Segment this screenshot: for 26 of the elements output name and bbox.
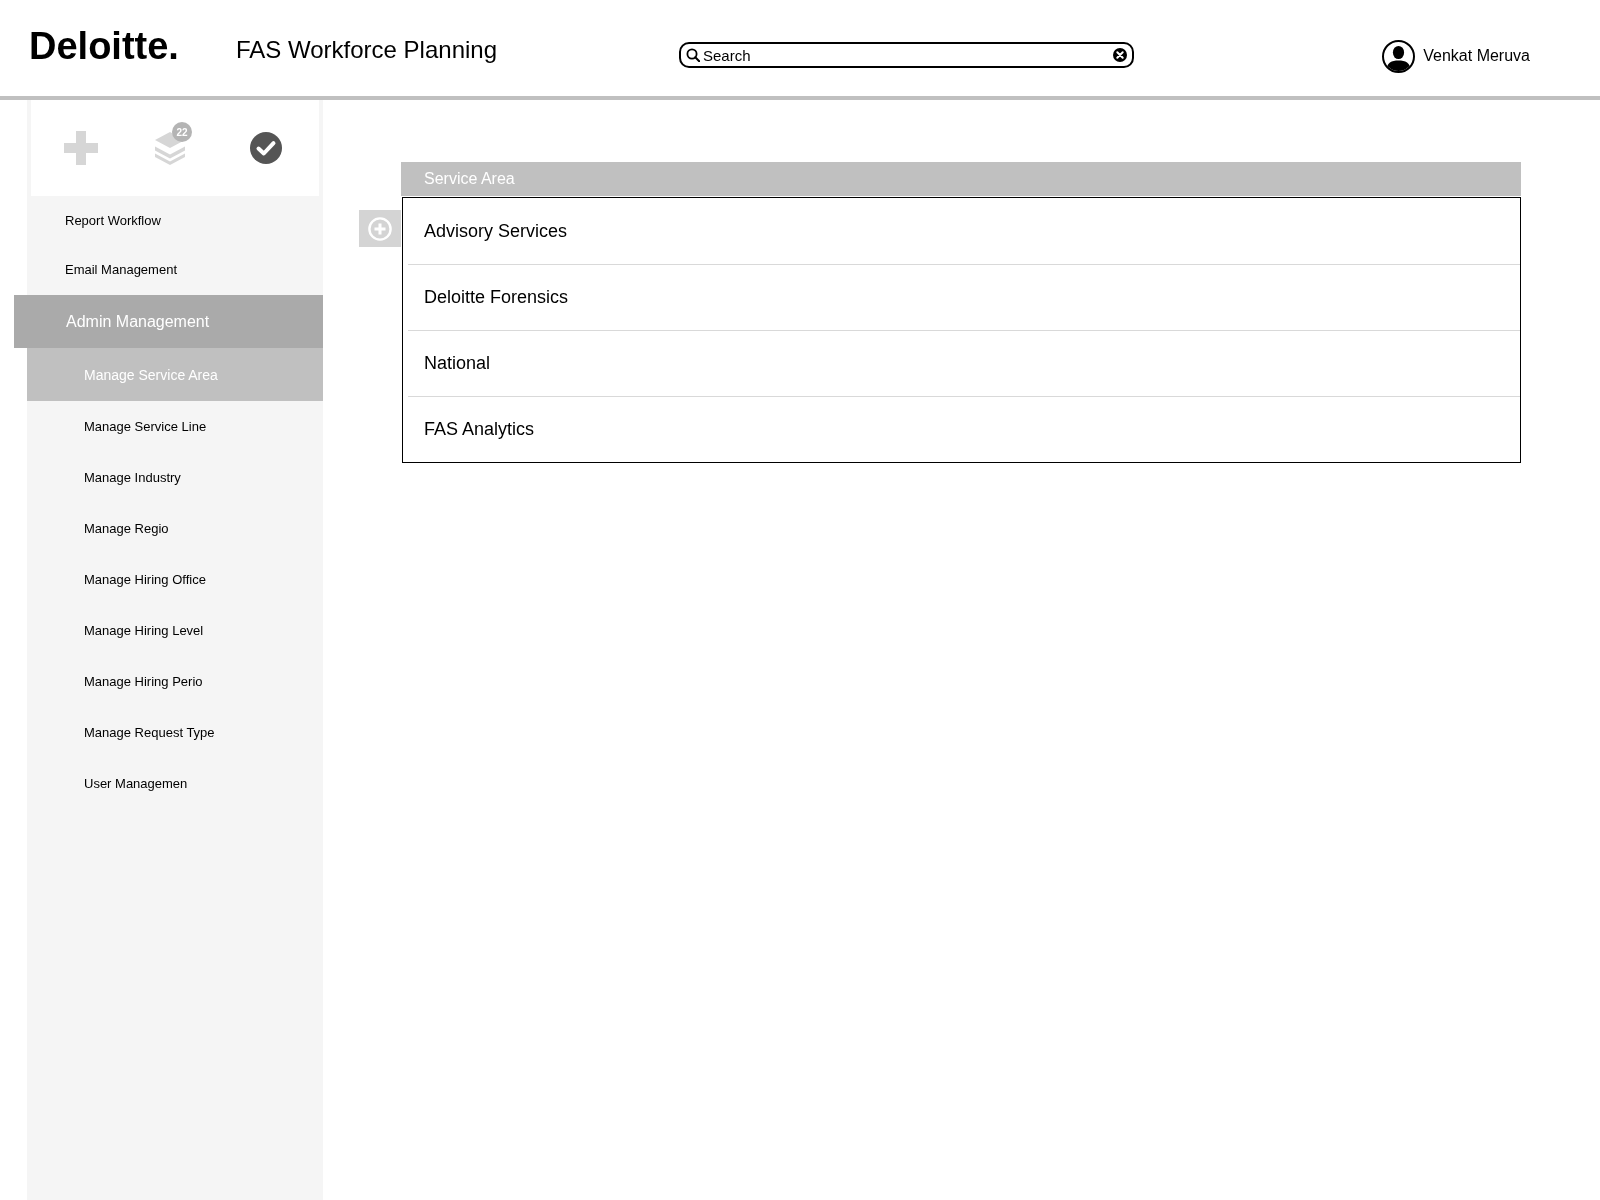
- column-header: Service Area: [424, 170, 515, 188]
- nav-item[interactable]: Report Workflow: [27, 196, 323, 244]
- nav-subitem[interactable]: Manage Service Line: [27, 401, 323, 452]
- clear-icon[interactable]: [1113, 48, 1127, 62]
- nav-subitem[interactable]: Manage Request Type: [27, 707, 323, 758]
- logo: Deloitte.: [29, 24, 179, 68]
- nav-item[interactable]: Email Management: [27, 244, 323, 295]
- nav-subitem[interactable]: Manage Hiring Office: [27, 554, 323, 605]
- table-cell: FAS Analytics: [424, 419, 535, 440]
- nav-subitem[interactable]: Manage Hiring Level: [27, 605, 323, 656]
- nav-subitem[interactable]: Manage Regio: [27, 503, 323, 554]
- avatar-icon: [1382, 39, 1416, 73]
- nav-subitem[interactable]: Manage Hiring Perio: [27, 656, 323, 707]
- app-title: FAS Workforce Planning: [236, 36, 497, 64]
- search-field[interactable]: Search: [679, 42, 1134, 68]
- table-cell: Advisory Services: [424, 220, 568, 242]
- nav-subitem[interactable]: User Managemen: [27, 758, 323, 809]
- table-cell: Deloitte Forensics: [424, 287, 569, 308]
- add-button[interactable]: [359, 210, 401, 247]
- nav-subitem[interactable]: Manage Industry: [27, 452, 323, 503]
- check-circle-icon[interactable]: [250, 132, 282, 164]
- table-cell: National: [424, 353, 491, 374]
- user-name: Venkat Meruva: [1423, 47, 1530, 65]
- search-icon: [686, 48, 700, 62]
- plus-circle-icon: [368, 216, 392, 241]
- count-badge: 22: [172, 122, 192, 142]
